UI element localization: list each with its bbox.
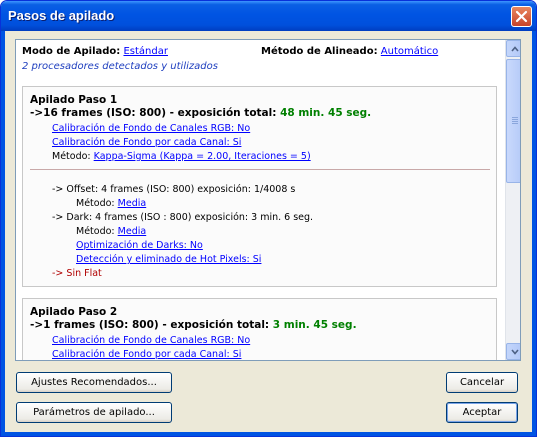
scroll-up-button[interactable] <box>506 40 520 57</box>
dark-method-link[interactable]: Media <box>118 226 147 237</box>
vertical-scrollbar[interactable] <box>505 40 520 360</box>
step-frames: ->1 frames (ISO: 800) - exposición total… <box>30 319 357 331</box>
accept-button[interactable]: Aceptar <box>446 402 518 423</box>
step-title: Apilado Paso 1 <box>30 94 118 106</box>
stacking-parameters-button[interactable]: Parámetros de apilado... <box>16 402 172 423</box>
total-exposure: 3 min. 45 seg. <box>272 319 357 331</box>
calibration-rgb-link[interactable]: Calibración de Fondo de Canales RGB: No <box>52 123 250 134</box>
calibration-channel-link[interactable]: Calibración de Fondo por cada Canal: Si <box>52 137 241 148</box>
alignment-method-link[interactable]: Automático <box>381 46 438 57</box>
stacking-steps-dialog: Pasos de apilado Modo de Apilado: Estánd… <box>0 0 537 437</box>
alignment-method-label: Método de Alineado: <box>261 46 378 57</box>
calibration-rgb-link[interactable]: Calibración de Fondo de Canales RGB: No <box>52 335 250 346</box>
stacking-step-1: Apilado Paso 1 ->16 frames (ISO: 800) - … <box>22 86 497 287</box>
header-row: Modo de Apilado: Estándar Método de Alin… <box>22 46 502 59</box>
close-button[interactable] <box>511 6 532 27</box>
title-bar[interactable]: Pasos de apilado <box>1 1 536 31</box>
separator <box>30 169 490 170</box>
steps-panel: Modo de Apilado: Estándar Método de Alin… <box>15 39 521 361</box>
frames-text: ->16 frames (ISO: 800) - exposición tota… <box>30 107 277 119</box>
stacking-mode-label: Modo de Apilado: <box>22 46 121 57</box>
close-icon <box>515 10 528 23</box>
recommended-settings-button[interactable]: Ajustes Recomendados... <box>16 372 172 393</box>
window-frame-left <box>1 31 5 436</box>
dark-optimization-link[interactable]: Optimización de Darks: No <box>76 240 203 251</box>
method-row: Método: Kappa-Sigma (Kappa = 2.00, Itera… <box>52 151 311 162</box>
total-exposure: 48 min. 45 seg. <box>280 107 372 119</box>
chevron-up-icon <box>511 46 519 52</box>
stacking-mode-link[interactable]: Estándar <box>123 46 168 57</box>
stacking-step-2: Apilado Paso 2 ->1 frames (ISO: 800) - e… <box>22 298 497 360</box>
window-frame-bottom <box>1 432 536 436</box>
step-frames: ->16 frames (ISO: 800) - exposición tota… <box>30 107 371 119</box>
calibration-channel-link[interactable]: Calibración de Fondo por cada Canal: Si <box>52 349 241 360</box>
offset-line: -> Offset: 4 frames (ISO: 800) exposició… <box>52 184 296 195</box>
alignment-method: Método de Alineado: Automático <box>261 46 438 57</box>
window-frame-right <box>532 31 536 436</box>
method-label: Método: <box>52 151 91 162</box>
stacking-mode: Modo de Apilado: Estándar <box>22 46 168 57</box>
scroll-down-button[interactable] <box>506 343 520 360</box>
dark-method-label: Método: <box>76 226 115 237</box>
scroll-thumb[interactable] <box>506 59 520 183</box>
dark-method-row: Método: Media <box>76 226 146 237</box>
window-title: Pasos de apilado <box>8 8 115 23</box>
offset-method-label: Método: <box>76 198 115 209</box>
method-link[interactable]: Kappa-Sigma (Kappa = 2.00, Iteraciones =… <box>94 151 311 162</box>
step-title: Apilado Paso 2 <box>30 306 118 318</box>
steps-content: Modo de Apilado: Estándar Método de Alin… <box>16 40 505 360</box>
dark-line: -> Dark: 4 frames (ISO : 800) exposición… <box>52 212 314 223</box>
hot-pixels-link[interactable]: Detección y eliminado de Hot Pixels: Si <box>76 254 261 265</box>
offset-method-link[interactable]: Media <box>118 198 147 209</box>
offset-method-row: Método: Media <box>76 198 146 209</box>
processors-info: 2 procesadores detectados y utilizados <box>22 61 218 72</box>
flat-line: -> Sin Flat <box>52 268 102 279</box>
chevron-down-icon <box>511 349 519 355</box>
cancel-button[interactable]: Cancelar <box>446 372 518 393</box>
frames-text: ->1 frames (ISO: 800) - exposición total… <box>30 319 270 331</box>
